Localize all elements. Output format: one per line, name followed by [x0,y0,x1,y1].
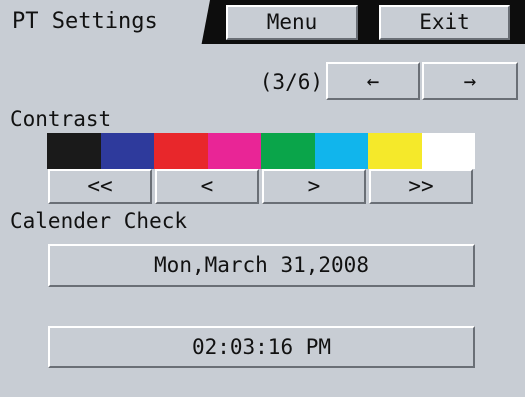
page-title: PT Settings [12,9,158,34]
right-arrow-icon: → [463,69,477,93]
swatch-blue [100,133,154,169]
swatch-black [47,133,101,169]
contrast-min-button[interactable]: << [48,169,152,204]
swatch-green [261,133,315,169]
contrast-decrease-button[interactable]: < [155,169,259,204]
next-page-button[interactable]: → [422,62,518,100]
contrast-color-bar [47,133,475,169]
swatch-yellow [368,133,422,169]
date-display: Mon,March 31,2008 [48,244,475,287]
prev-page-button[interactable]: ← [326,62,420,100]
swatch-white [421,133,475,169]
contrast-max-button[interactable]: >> [369,169,473,204]
contrast-label: Contrast [10,107,112,131]
calendar-check-label: Calender Check [10,209,188,233]
contrast-increase-button[interactable]: > [262,169,366,204]
time-display: 02:03:16 PM [48,326,475,368]
exit-button[interactable]: Exit [379,5,510,40]
left-arrow-icon: ← [366,69,380,93]
swatch-magenta [207,133,261,169]
menu-button[interactable]: Menu [226,5,358,40]
swatch-red [154,133,208,169]
swatch-cyan [314,133,368,169]
page-indicator: (3/6) [259,70,323,94]
